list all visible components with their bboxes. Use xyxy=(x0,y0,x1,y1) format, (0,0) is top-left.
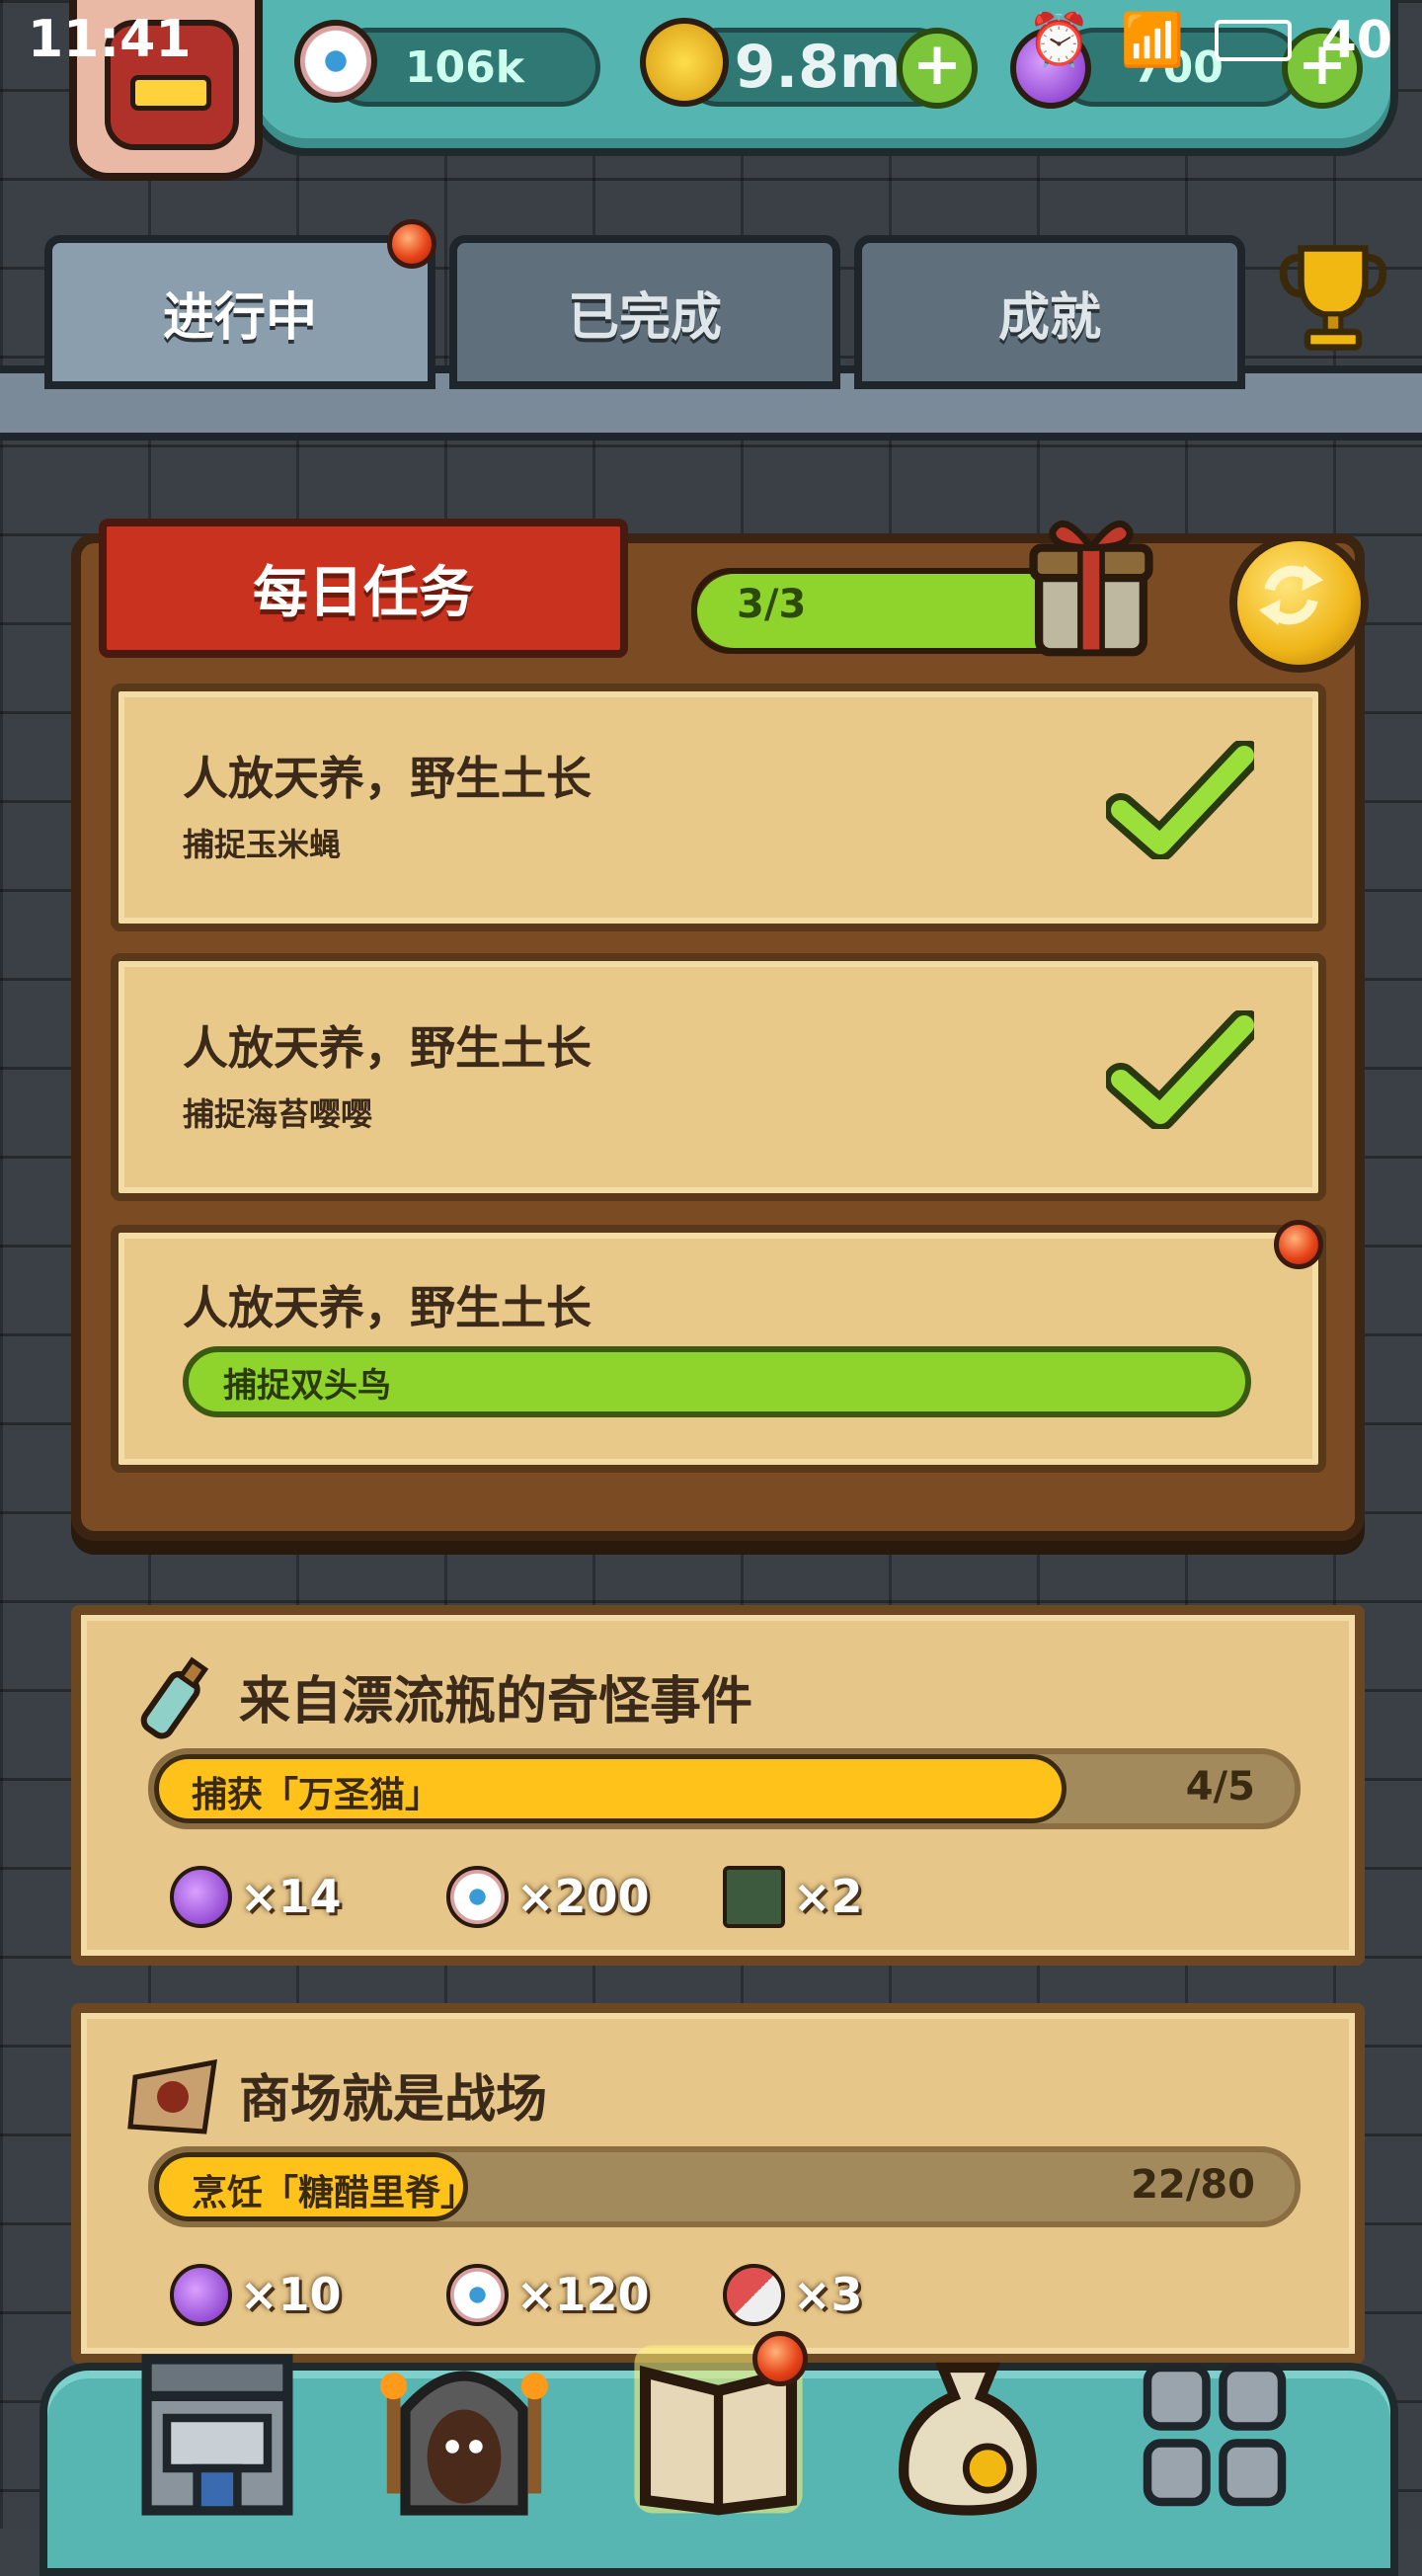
map-icon xyxy=(127,2058,217,2134)
tab-badge-icon xyxy=(387,219,436,269)
task-title: 人放天养，野生土长 xyxy=(183,1021,592,1075)
status-bar: 11:41 ⏰ 📶 40 xyxy=(0,0,1422,84)
daily-task-card[interactable]: 人放天养，野生土长 捕捉海苔嘤嘤 xyxy=(111,953,1326,1201)
quest-card[interactable]: 商场就是战场 烹饪「糖醋里脊」 22/80 ×10 ×120 ×3 xyxy=(71,2003,1365,2364)
clock: 11:41 xyxy=(28,10,192,69)
daily-task-card[interactable]: 人放天养，野生土长 捕捉双头鸟 xyxy=(111,1225,1326,1473)
reward-blueprint: ×2 xyxy=(723,1862,863,1931)
bottle-icon xyxy=(140,1656,209,1739)
potion-icon xyxy=(170,2263,232,2326)
wifi-icon: 📶 xyxy=(1120,11,1185,70)
trophy-icon[interactable] xyxy=(1269,229,1397,358)
reward-eye: ×120 xyxy=(446,2260,650,2329)
eye-icon xyxy=(446,2263,509,2326)
reward-potion: ×10 xyxy=(170,2260,342,2329)
battery-level: 40 xyxy=(1320,10,1392,70)
capsule-icon xyxy=(723,2263,785,2326)
quest-card[interactable]: 来自漂流瓶的奇怪事件 捕获「万圣猫」 4/5 ×14 ×200 ×2 xyxy=(71,1605,1365,1966)
sack-icon[interactable] xyxy=(884,2341,1052,2529)
reward-capsule: ×3 xyxy=(723,2260,863,2329)
eye-icon xyxy=(446,1865,509,1928)
quest-task: 烹饪「糖醋里脊」 xyxy=(192,2173,477,2214)
quest-count: 4/5 xyxy=(1185,1764,1255,1810)
blueprint-icon xyxy=(723,1865,785,1928)
task-title: 人放天养，野生土长 xyxy=(183,1281,592,1334)
reward-eye: ×200 xyxy=(446,1862,650,1931)
refresh-button[interactable] xyxy=(1229,533,1369,673)
task-badge-icon xyxy=(1274,1220,1323,1269)
tab-in-progress[interactable]: 进行中 xyxy=(44,235,435,389)
quest-progress-bar: 捕获「万圣猫」 4/5 xyxy=(148,1748,1301,1829)
reward-potion: ×14 xyxy=(170,1862,342,1931)
daily-tasks-title: 每日任务 xyxy=(99,519,628,658)
daily-task-card[interactable]: 人放天养，野生土长 捕捉玉米蝇 xyxy=(111,684,1326,931)
battery-icon xyxy=(1214,19,1292,61)
quest-progress-bar: 烹饪「糖醋里脊」 22/80 xyxy=(148,2146,1301,2227)
nav-badge-icon xyxy=(752,2331,808,2386)
quest-title: 商场就是战场 xyxy=(239,2070,548,2130)
task-subtitle: 捕捉海苔嘤嘤 xyxy=(183,1095,373,1133)
building-icon[interactable] xyxy=(133,2341,301,2529)
daily-progress-bar: 3/3 xyxy=(691,568,1078,654)
refresh-icon xyxy=(1258,564,1324,626)
tab-completed[interactable]: 已完成 xyxy=(449,235,840,389)
quest-task: 捕获「万圣猫」 xyxy=(192,1775,441,1815)
gift-box-icon[interactable] xyxy=(1022,504,1160,662)
quest-count: 22/80 xyxy=(1131,2162,1255,2208)
tab-achievements[interactable]: 成就 xyxy=(854,235,1245,389)
checkmark-icon xyxy=(1106,741,1254,859)
alarm-icon: ⏰ xyxy=(1027,11,1091,70)
checkmark-icon xyxy=(1106,1010,1254,1129)
grid-icon[interactable] xyxy=(1131,2341,1299,2529)
task-progress-bar: 捕捉双头鸟 xyxy=(183,1346,1251,1417)
task-subtitle: 捕捉玉米蝇 xyxy=(183,826,342,863)
potion-icon xyxy=(170,1865,232,1928)
monster-gate-icon[interactable] xyxy=(380,2341,548,2529)
task-title: 人放天养，野生土长 xyxy=(183,752,592,805)
quest-title: 来自漂流瓶的奇怪事件 xyxy=(239,1672,753,1731)
